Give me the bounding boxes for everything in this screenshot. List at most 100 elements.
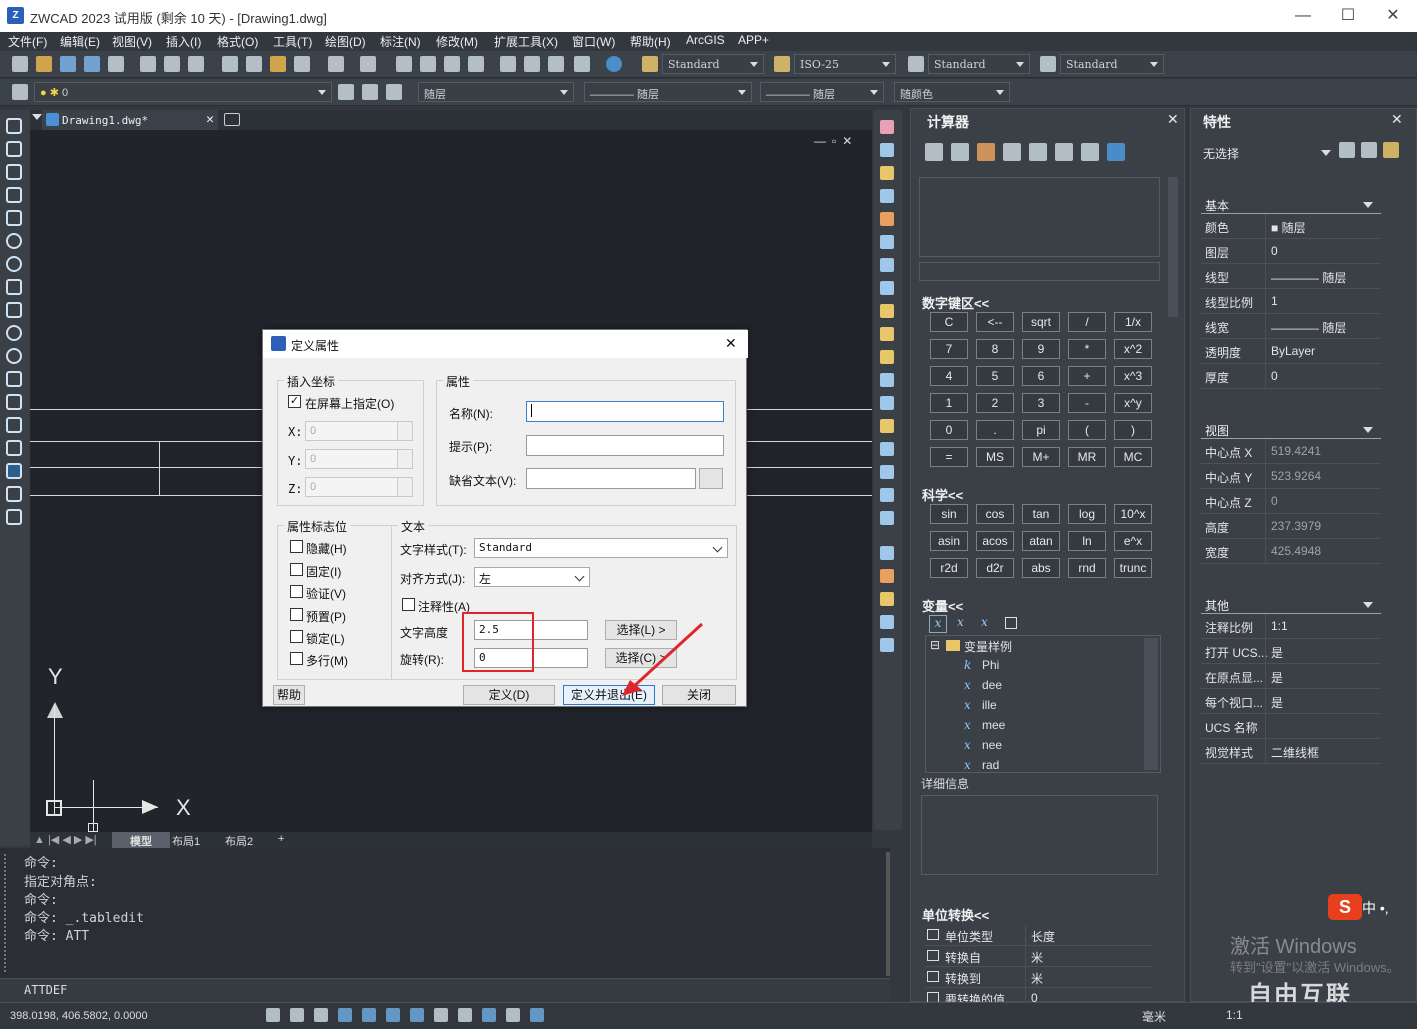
mleader-style-select[interactable]: Standard bbox=[1060, 54, 1164, 74]
scale-icon[interactable] bbox=[880, 281, 894, 295]
variable-item[interactable]: Phi bbox=[982, 658, 999, 672]
x-input[interactable]: 0 bbox=[305, 421, 413, 441]
numpad-key[interactable]: 0 bbox=[930, 420, 968, 440]
define-button[interactable]: 定义(D) bbox=[463, 685, 555, 705]
extend-icon[interactable] bbox=[880, 350, 894, 364]
send-back-icon[interactable] bbox=[880, 592, 894, 606]
paste-value-icon[interactable] bbox=[977, 143, 995, 161]
property-row[interactable]: 厚度 0 bbox=[1201, 364, 1381, 389]
layer-manager-icon[interactable] bbox=[12, 84, 28, 100]
menu-modify[interactable]: 修改(M) bbox=[436, 33, 478, 50]
science-key[interactable]: tan bbox=[1022, 504, 1060, 524]
science-header[interactable]: 科学<< bbox=[922, 485, 963, 504]
cut-icon[interactable] bbox=[222, 56, 238, 72]
clear-icon[interactable] bbox=[925, 143, 943, 161]
paste-icon[interactable] bbox=[270, 56, 286, 72]
grid-icon[interactable] bbox=[266, 1008, 280, 1022]
dim-style-select[interactable]: ISO-25 bbox=[794, 54, 896, 74]
properties-icon[interactable] bbox=[500, 56, 516, 72]
snap-icon[interactable] bbox=[290, 1008, 304, 1022]
text-style-select[interactable]: Standard bbox=[662, 54, 764, 74]
property-row[interactable]: 注释比例 1:1 bbox=[1201, 614, 1381, 639]
menu-ext-tools[interactable]: 扩展工具(X) bbox=[494, 33, 558, 50]
menu-file[interactable]: 文件(F) bbox=[8, 33, 47, 50]
polyline-icon[interactable] bbox=[6, 164, 22, 180]
menu-draw[interactable]: 绘图(D) bbox=[325, 33, 366, 50]
menu-window[interactable]: 窗口(W) bbox=[572, 33, 615, 50]
publish-icon[interactable] bbox=[188, 56, 204, 72]
new-tab-icon[interactable] bbox=[224, 113, 240, 126]
save-as-icon[interactable] bbox=[84, 56, 100, 72]
tree-collapse-icon[interactable]: ⊟ bbox=[930, 638, 940, 652]
break-point-icon[interactable] bbox=[880, 373, 894, 387]
basic-section-header[interactable]: 基本 bbox=[1201, 194, 1381, 214]
numpad-key[interactable]: MS bbox=[976, 447, 1014, 467]
explode-icon[interactable] bbox=[880, 488, 894, 502]
linetype-select[interactable]: ———— 随层 bbox=[584, 82, 752, 102]
layer-state-icon[interactable] bbox=[362, 84, 378, 100]
annotation-monitor-icon[interactable] bbox=[506, 1008, 520, 1022]
copy-icon[interactable] bbox=[246, 56, 262, 72]
property-row[interactable]: 线型比例 1 bbox=[1201, 289, 1381, 314]
transparency-icon[interactable] bbox=[458, 1008, 472, 1022]
mtext-icon[interactable] bbox=[6, 509, 22, 525]
tab-layout2[interactable]: 布局2 bbox=[225, 833, 253, 849]
calc-input[interactable] bbox=[919, 262, 1160, 281]
help-icon[interactable] bbox=[606, 56, 622, 72]
numpad-key[interactable]: - bbox=[1068, 393, 1106, 413]
numpad-key[interactable]: 4 bbox=[930, 366, 968, 386]
menu-format[interactable]: 格式(O) bbox=[217, 33, 258, 50]
variable-item[interactable]: nee bbox=[982, 738, 1002, 752]
selection-select[interactable]: 无选择 bbox=[1203, 145, 1331, 163]
quick-select-icon[interactable] bbox=[1383, 142, 1399, 158]
ellipse-icon[interactable] bbox=[6, 325, 22, 341]
numpad-key[interactable]: 5 bbox=[976, 366, 1014, 386]
redo-icon[interactable] bbox=[360, 56, 376, 72]
property-row[interactable]: 颜色 ■ 随层 bbox=[1201, 214, 1381, 239]
science-key[interactable]: log bbox=[1068, 504, 1106, 524]
numpad-key[interactable]: <-- bbox=[976, 312, 1014, 332]
command-input[interactable]: ATTDEF bbox=[0, 978, 890, 1002]
tab-menu-icon[interactable] bbox=[32, 114, 42, 125]
menu-app[interactable]: APP+ bbox=[738, 33, 769, 47]
line-icon[interactable] bbox=[6, 118, 22, 134]
property-row[interactable]: 每个视口... 是 bbox=[1201, 689, 1381, 714]
menu-insert[interactable]: 插入(I) bbox=[166, 33, 201, 50]
intersection-icon[interactable] bbox=[1081, 143, 1099, 161]
markup-icon[interactable] bbox=[574, 56, 590, 72]
property-row[interactable]: 打开 UCS... 是 bbox=[1201, 639, 1381, 664]
units-indicator[interactable]: 毫米 bbox=[1142, 1008, 1166, 1025]
menu-tools[interactable]: 工具(T) bbox=[273, 33, 312, 50]
fillet-icon[interactable] bbox=[880, 465, 894, 479]
science-key[interactable]: trunc bbox=[1114, 558, 1152, 578]
tab-drawing1[interactable]: Drawing1.dwg* ✕ bbox=[42, 110, 218, 130]
command-grip[interactable] bbox=[4, 854, 16, 972]
science-key[interactable]: rnd bbox=[1068, 558, 1106, 578]
sheet-set-icon[interactable] bbox=[108, 56, 124, 72]
on-screen-checkbox[interactable]: ✓ bbox=[288, 395, 301, 408]
property-row[interactable]: 中心点 Y 523.9264 bbox=[1201, 464, 1381, 489]
numpad-key[interactable]: / bbox=[1068, 312, 1106, 332]
trim-icon[interactable] bbox=[880, 327, 894, 341]
break-icon[interactable] bbox=[880, 396, 894, 410]
numpad-key[interactable]: M+ bbox=[1022, 447, 1060, 467]
science-key[interactable]: acos bbox=[976, 531, 1014, 551]
spline-icon[interactable] bbox=[6, 302, 22, 318]
menu-help[interactable]: 帮助(H) bbox=[630, 33, 671, 50]
distance-icon[interactable] bbox=[1029, 143, 1047, 161]
viewport-controls[interactable]: —▫✕ bbox=[814, 134, 858, 148]
variable-scrollbar[interactable] bbox=[1144, 638, 1158, 770]
numpad-header[interactable]: 数字键区<< bbox=[922, 293, 989, 312]
undo-icon[interactable] bbox=[328, 56, 344, 72]
numpad-key[interactable]: ( bbox=[1068, 420, 1106, 440]
science-key[interactable]: r2d bbox=[930, 558, 968, 578]
numpad-key[interactable]: x^3 bbox=[1114, 366, 1152, 386]
region-icon[interactable] bbox=[6, 463, 22, 479]
numpad-key[interactable]: . bbox=[976, 420, 1014, 440]
bring-front-icon[interactable] bbox=[880, 569, 894, 583]
chamfer-icon[interactable] bbox=[880, 442, 894, 456]
quick-properties-icon[interactable] bbox=[530, 1008, 544, 1022]
annotative-checkbox[interactable] bbox=[402, 598, 415, 611]
science-key[interactable]: e^x bbox=[1114, 531, 1152, 551]
numpad-key[interactable]: ) bbox=[1114, 420, 1152, 440]
